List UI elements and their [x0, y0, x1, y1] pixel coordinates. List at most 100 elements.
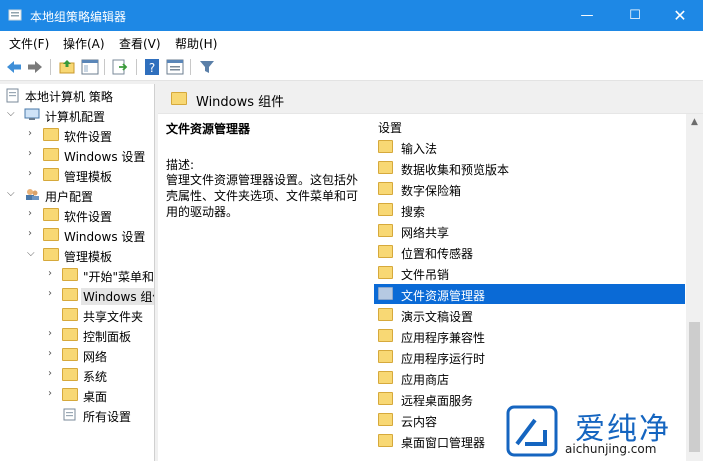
settings-list-row[interactable]: 输入法 [374, 137, 685, 157]
title-bar[interactable]: 本地组策略编辑器 — ☐ ✕ [0, 0, 703, 31]
maximize-button[interactable]: ☐ [612, 0, 658, 31]
settings-list-row[interactable]: 搜索 [374, 200, 685, 220]
settings-list-label: 云内容 [401, 415, 438, 429]
settings-list-row[interactable]: 网络共享 [374, 221, 685, 241]
tree-label: 桌面 [83, 390, 108, 404]
tree-item-start-menu[interactable]: › "开始"菜单和 [0, 266, 154, 286]
settings-list-label: 搜索 [401, 205, 426, 219]
tree-item-user-config[interactable]: ⌵ 用户配置 [0, 186, 154, 206]
tree-label: 管理模板 [64, 250, 113, 264]
tree-label: 用户配置 [45, 190, 94, 204]
back-icon[interactable] [5, 58, 23, 76]
tree-label: 所有设置 [83, 410, 132, 424]
folder-icon [43, 148, 59, 161]
help-icon[interactable]: ? [143, 58, 161, 76]
settings-list-row[interactable]: 应用程序兼容性 [374, 326, 685, 346]
filter-icon[interactable] [198, 58, 216, 76]
properties-icon[interactable] [166, 58, 184, 76]
menu-help[interactable]: 帮助(H) [175, 35, 217, 52]
tree-item-uc-software-settings[interactable]: › 软件设置 [0, 206, 154, 226]
tree-item-system[interactable]: › 系统 [0, 366, 154, 386]
description-text: 管理文件资源管理器设置。这包括外壳属性、文件夹选项、文件菜单和可用的驱动器。 [166, 173, 359, 219]
tree-item-windows-components[interactable]: › Windows 组件 [0, 286, 154, 306]
tree-item-uc-admin-templates[interactable]: ⌵ 管理模板 [0, 246, 154, 266]
folder-icon [378, 224, 393, 237]
up-folder-icon[interactable] [58, 58, 76, 76]
folder-icon [62, 348, 78, 361]
tree-item-cc-admin-templates[interactable]: › 管理模板 [0, 166, 154, 186]
folder-icon [378, 434, 393, 447]
scroll-up-arrow-icon[interactable]: ▲ [691, 117, 698, 127]
toolbar: ? [0, 53, 703, 81]
toolbar-separator [104, 59, 105, 75]
watermark-url: aichunjing.com [565, 442, 657, 456]
menu-view[interactable]: 查看(V) [119, 35, 161, 52]
folder-icon [43, 208, 59, 221]
settings-list-row[interactable]: 文件资源管理器 [374, 284, 685, 304]
expand-chevron-icon[interactable]: › [48, 328, 58, 339]
settings-list-label: 演示文稿设置 [401, 310, 474, 324]
tree-item-uc-windows-settings[interactable]: › Windows 设置 [0, 226, 154, 246]
tree-item-desktop[interactable]: › 桌面 [0, 386, 154, 406]
settings-list-label: 输入法 [401, 142, 438, 156]
folder-icon [378, 329, 393, 342]
minimize-button[interactable]: — [564, 0, 610, 31]
svg-text:?: ? [149, 61, 155, 75]
settings-list-row[interactable]: 位置和传感器 [374, 242, 685, 262]
forward-icon[interactable] [26, 58, 44, 76]
settings-list-row[interactable]: 文件吊销 [374, 263, 685, 283]
export-list-icon[interactable] [111, 58, 129, 76]
description-title: 文件资源管理器 [166, 122, 251, 136]
settings-list-label: 应用商店 [401, 373, 450, 387]
expand-chevron-icon[interactable]: › [28, 228, 38, 239]
tree-item-cc-software-settings[interactable]: › 软件设置 [0, 126, 154, 146]
settings-list-label: 位置和传感器 [401, 247, 474, 261]
tree-item-local-computer-policy[interactable]: 本地计算机 策略 [0, 86, 154, 106]
expand-chevron-icon[interactable]: › [48, 368, 58, 379]
tree-label: 本地计算机 策略 [25, 90, 113, 104]
settings-list-row[interactable]: 应用商店 [374, 368, 685, 388]
close-button[interactable]: ✕ [657, 0, 703, 31]
expand-chevron-icon[interactable]: › [28, 168, 38, 179]
navigation-tree[interactable]: 本地计算机 策略 ⌵ 计算机配置 › 软件设置 › Windows 设置 › 管… [0, 84, 155, 461]
group-policy-editor-window: 本地组策略编辑器 — ☐ ✕ 文件(F) 操作(A) 查看(V) 帮助(H) ?… [0, 0, 703, 461]
show-hide-tree-icon[interactable] [81, 58, 99, 76]
settings-list-label: 文件吊销 [401, 268, 450, 282]
collapse-chevron-icon[interactable]: ⌵ [7, 188, 17, 199]
tree-label: 系统 [83, 370, 108, 384]
tree-item-control-panel[interactable]: › 控制面板 [0, 326, 154, 346]
tree-item-cc-windows-settings[interactable]: › Windows 设置 [0, 146, 154, 166]
menu-file[interactable]: 文件(F) [9, 35, 49, 52]
tree-label: 网络 [83, 350, 108, 364]
menu-action[interactable]: 操作(A) [63, 35, 105, 52]
expand-chevron-icon[interactable]: › [48, 388, 58, 399]
settings-list-row[interactable]: 应用程序运行时 [374, 347, 685, 367]
expand-chevron-icon[interactable]: › [48, 268, 58, 279]
expand-chevron-icon[interactable]: › [48, 348, 58, 359]
tree-label: 控制面板 [83, 330, 132, 344]
collapse-chevron-icon[interactable]: ⌵ [7, 108, 17, 119]
folder-icon [378, 371, 393, 384]
settings-list-row[interactable]: 演示文稿设置 [374, 305, 685, 325]
folder-icon [62, 388, 78, 401]
settings-list-row[interactable]: 数据收集和预览版本 [374, 158, 685, 178]
tree-item-all-settings[interactable]: 所有设置 [0, 406, 154, 426]
tree-item-computer-config[interactable]: ⌵ 计算机配置 [0, 106, 154, 126]
expand-chevron-icon[interactable]: › [28, 128, 38, 139]
tree-item-shared-folders[interactable]: 共享文件夹 [0, 306, 154, 326]
tree-item-network[interactable]: › 网络 [0, 346, 154, 366]
settings-list-label: 文件资源管理器 [401, 289, 486, 303]
expand-chevron-icon[interactable]: › [28, 208, 38, 219]
expand-chevron-icon[interactable]: › [48, 288, 58, 299]
folder-icon [62, 328, 78, 341]
folder-icon [43, 228, 59, 241]
column-header-settings[interactable]: 设置 [378, 119, 402, 136]
expand-chevron-icon[interactable]: › [28, 148, 38, 159]
folder-icon [43, 168, 59, 181]
folder-icon [378, 161, 393, 174]
settings-list-row[interactable]: 数字保险箱 [374, 179, 685, 199]
tree-label: 软件设置 [64, 130, 113, 144]
folder-icon [378, 287, 393, 300]
collapse-chevron-icon[interactable]: ⌵ [27, 248, 37, 259]
folder-icon [378, 308, 393, 321]
